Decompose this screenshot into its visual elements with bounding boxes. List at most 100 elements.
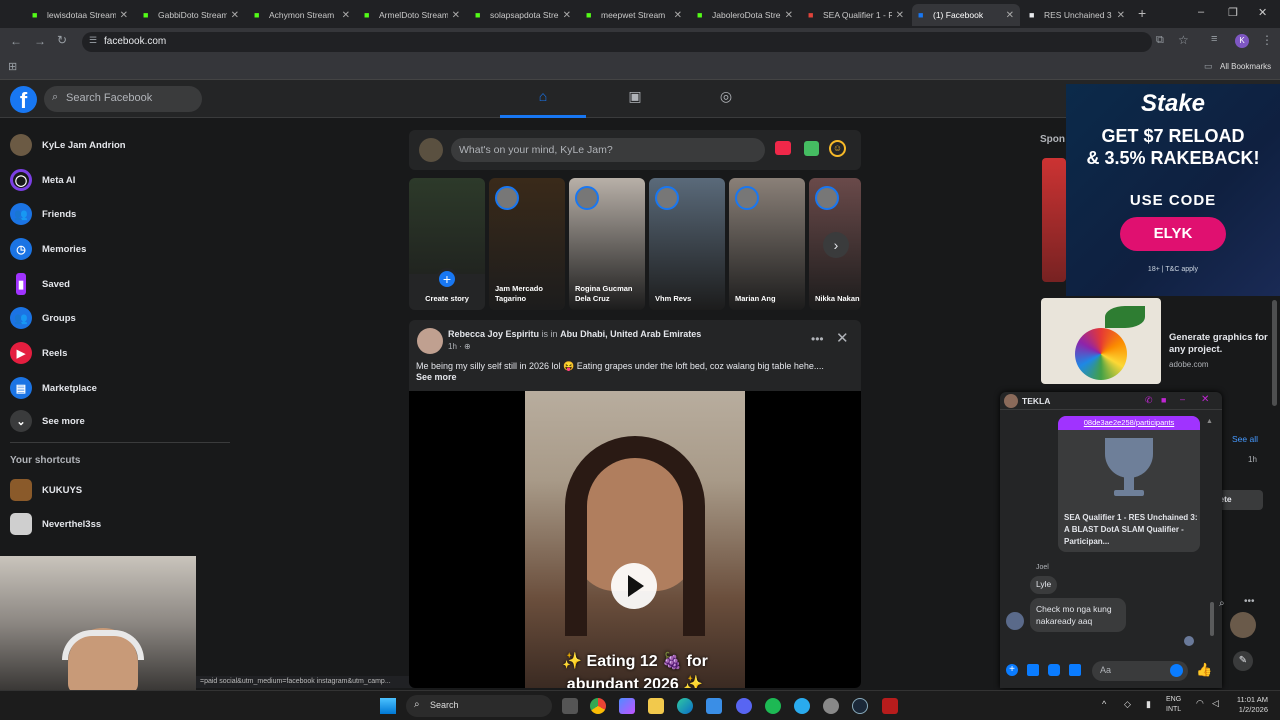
sidebar-item-memories[interactable]: ◷ Memories: [10, 235, 220, 263]
minimize-icon[interactable]: –: [1180, 394, 1185, 404]
tray-mic-icon[interactable]: ▮: [1146, 699, 1151, 710]
create-story-card[interactable]: + Create story: [409, 178, 485, 310]
browser-tab[interactable]: ■ JaboleroDota Stre ✕: [691, 4, 799, 26]
post-location[interactable]: Abu Dhabi, United Arab Emirates: [560, 329, 701, 339]
input-language[interactable]: ENG INTL: [1166, 695, 1181, 715]
site-info-icon[interactable]: ☰: [89, 35, 97, 46]
copilot-icon[interactable]: [619, 698, 635, 714]
contact-avatar[interactable]: [1230, 612, 1256, 638]
task-view-icon[interactable]: [562, 698, 578, 714]
browser-tab[interactable]: ■ RES Unchained 3 ✕: [1023, 4, 1131, 26]
post-time[interactable]: 1h · ⊕: [448, 342, 471, 351]
tab-close-icon[interactable]: ✕: [785, 10, 793, 21]
video-call-icon[interactable]: ■: [1161, 395, 1166, 405]
facebook-logo[interactable]: f: [10, 86, 37, 113]
app-icon[interactable]: [882, 698, 898, 714]
new-message-button[interactable]: ✎: [1233, 651, 1253, 671]
stake-code-button[interactable]: ELYK: [1120, 217, 1226, 251]
see-more-button[interactable]: ⌄ See more: [10, 407, 220, 435]
chat-scrollbar[interactable]: [1210, 602, 1214, 636]
browser-tab[interactable]: ■ solapsapdota Stre ✕: [469, 4, 577, 26]
post-author-avatar[interactable]: [417, 328, 443, 354]
sidebar-item-meta-ai[interactable]: ◯ Meta AI: [10, 166, 220, 194]
browser-menu-icon[interactable]: ⋮: [1261, 33, 1273, 47]
install-icon[interactable]: ⧉: [1156, 34, 1164, 47]
minimize-window-icon[interactable]: –: [1198, 6, 1204, 18]
tab-close-icon[interactable]: ✕: [674, 10, 682, 21]
chat-message-avatar[interactable]: [1006, 612, 1024, 630]
discord-icon[interactable]: [736, 698, 752, 714]
play-button[interactable]: [611, 563, 657, 609]
tab-close-icon[interactable]: ✕: [120, 10, 128, 21]
spotify-icon[interactable]: [765, 698, 781, 714]
story-card[interactable]: Marian Ang: [729, 178, 805, 310]
chat-title[interactable]: TEKLA: [1022, 396, 1050, 406]
chat-scroll-up-icon[interactable]: ▲: [1206, 418, 1213, 425]
tray-chevron-icon[interactable]: ^: [1102, 699, 1106, 709]
tab-close-icon[interactable]: ✕: [452, 10, 460, 21]
tray-network-icon[interactable]: ◇: [1124, 699, 1131, 710]
chrome-icon[interactable]: [590, 698, 606, 714]
sidebar-item-saved[interactable]: ▮ Saved: [10, 270, 220, 298]
adobe-ad[interactable]: Generate graphics for any project. adobe…: [1041, 298, 1268, 384]
stake-ad[interactable]: Stake GET $7 RELOAD & 3.5% RAKEBACK! USE…: [1066, 84, 1280, 296]
store-icon[interactable]: [706, 698, 722, 714]
shortcut-kukuys[interactable]: KUKUYS: [10, 476, 220, 504]
close-window-icon[interactable]: ✕: [1258, 6, 1267, 19]
taskbar-clock[interactable]: 11:01 AM 1/2/2026: [1230, 695, 1268, 715]
address-bar[interactable]: ☰ facebook.com: [82, 32, 1152, 52]
like-icon[interactable]: 👍: [1196, 662, 1212, 678]
tab-close-icon[interactable]: ✕: [231, 10, 239, 21]
live-video-icon[interactable]: [775, 141, 791, 155]
voice-call-icon[interactable]: ✆: [1145, 395, 1153, 406]
browser-tab[interactable]: ■ SEA Qualifier 1 - R ✕: [802, 4, 910, 26]
apps-grid-icon[interactable]: ⊞: [8, 60, 17, 73]
sponsored-thumb[interactable]: [1042, 158, 1066, 282]
tray-wifi-icon[interactable]: ◠: [1196, 698, 1204, 709]
marketplace-tab-icon[interactable]: ▣: [625, 88, 645, 108]
chat-message-input[interactable]: Aa: [1092, 661, 1188, 681]
settings-icon[interactable]: [823, 698, 839, 714]
browser-tab[interactable]: ■ meepwet Stream ✕: [580, 4, 688, 26]
contacts-search-icon[interactable]: ⌕: [1219, 598, 1225, 609]
all-bookmarks-link[interactable]: All Bookmarks: [1220, 62, 1271, 71]
feeling-icon[interactable]: ☺: [829, 140, 846, 157]
contacts-more-icon[interactable]: •••: [1244, 596, 1255, 607]
steam-icon[interactable]: [852, 698, 868, 714]
reload-icon[interactable]: ↻: [57, 33, 67, 47]
gif-icon[interactable]: [1069, 664, 1081, 676]
see-all-link[interactable]: See all: [1232, 434, 1258, 444]
file-explorer-icon[interactable]: [648, 698, 664, 714]
taskbar-search[interactable]: ⌕ Search: [406, 695, 552, 717]
story-card[interactable]: Jam Mercado Tagarino: [489, 178, 565, 310]
groups-tab-icon[interactable]: ◎: [716, 88, 736, 108]
composer-avatar[interactable]: [419, 138, 443, 162]
tab-close-icon[interactable]: ✕: [342, 10, 350, 21]
sidebar-item-groups[interactable]: 👥 Groups: [10, 304, 220, 332]
browser-tab[interactable]: ■ ArmelDoto Stream ✕: [358, 4, 466, 26]
restore-window-icon[interactable]: ❐: [1228, 6, 1238, 19]
tab-close-icon[interactable]: ✕: [563, 10, 571, 21]
extensions-icon[interactable]: ≡: [1211, 33, 1217, 45]
browser-tab[interactable]: ■ lewisdotaa Stream ✕: [26, 4, 134, 26]
forward-icon[interactable]: →: [34, 34, 46, 48]
tray-volume-icon[interactable]: ◁: [1212, 698, 1219, 709]
story-card[interactable]: Rogina Gucman Dela Cruz: [569, 178, 645, 310]
sidebar-item-reels[interactable]: ▶ Reels: [10, 339, 220, 367]
page-scrollbar[interactable]: [1272, 300, 1277, 406]
bookmark-star-icon[interactable]: ☆: [1178, 33, 1189, 47]
camera-icon[interactable]: [1027, 664, 1039, 676]
composer-input[interactable]: What's on your mind, KyLe Jam?: [451, 138, 765, 162]
browser-tab[interactable]: ■ (1) Facebook ✕: [912, 4, 1020, 26]
edge-icon[interactable]: [677, 698, 693, 714]
shortcut-neverthel3ss[interactable]: Neverthel3ss: [10, 510, 220, 538]
close-chat-icon[interactable]: ✕: [1201, 394, 1209, 405]
chat-avatar[interactable]: [1004, 394, 1018, 408]
post-author[interactable]: Rebecca Joy Espiritu: [448, 329, 539, 339]
add-icon[interactable]: +: [1006, 664, 1018, 676]
photo-icon[interactable]: [804, 141, 819, 156]
back-icon[interactable]: ←: [10, 34, 22, 48]
shared-link-card[interactable]: 08de3ae2e258/participants SEA Qualifier …: [1058, 416, 1200, 552]
post-see-more[interactable]: See more: [416, 372, 457, 382]
sidebar-item-friends[interactable]: 👥 Friends: [10, 200, 220, 228]
